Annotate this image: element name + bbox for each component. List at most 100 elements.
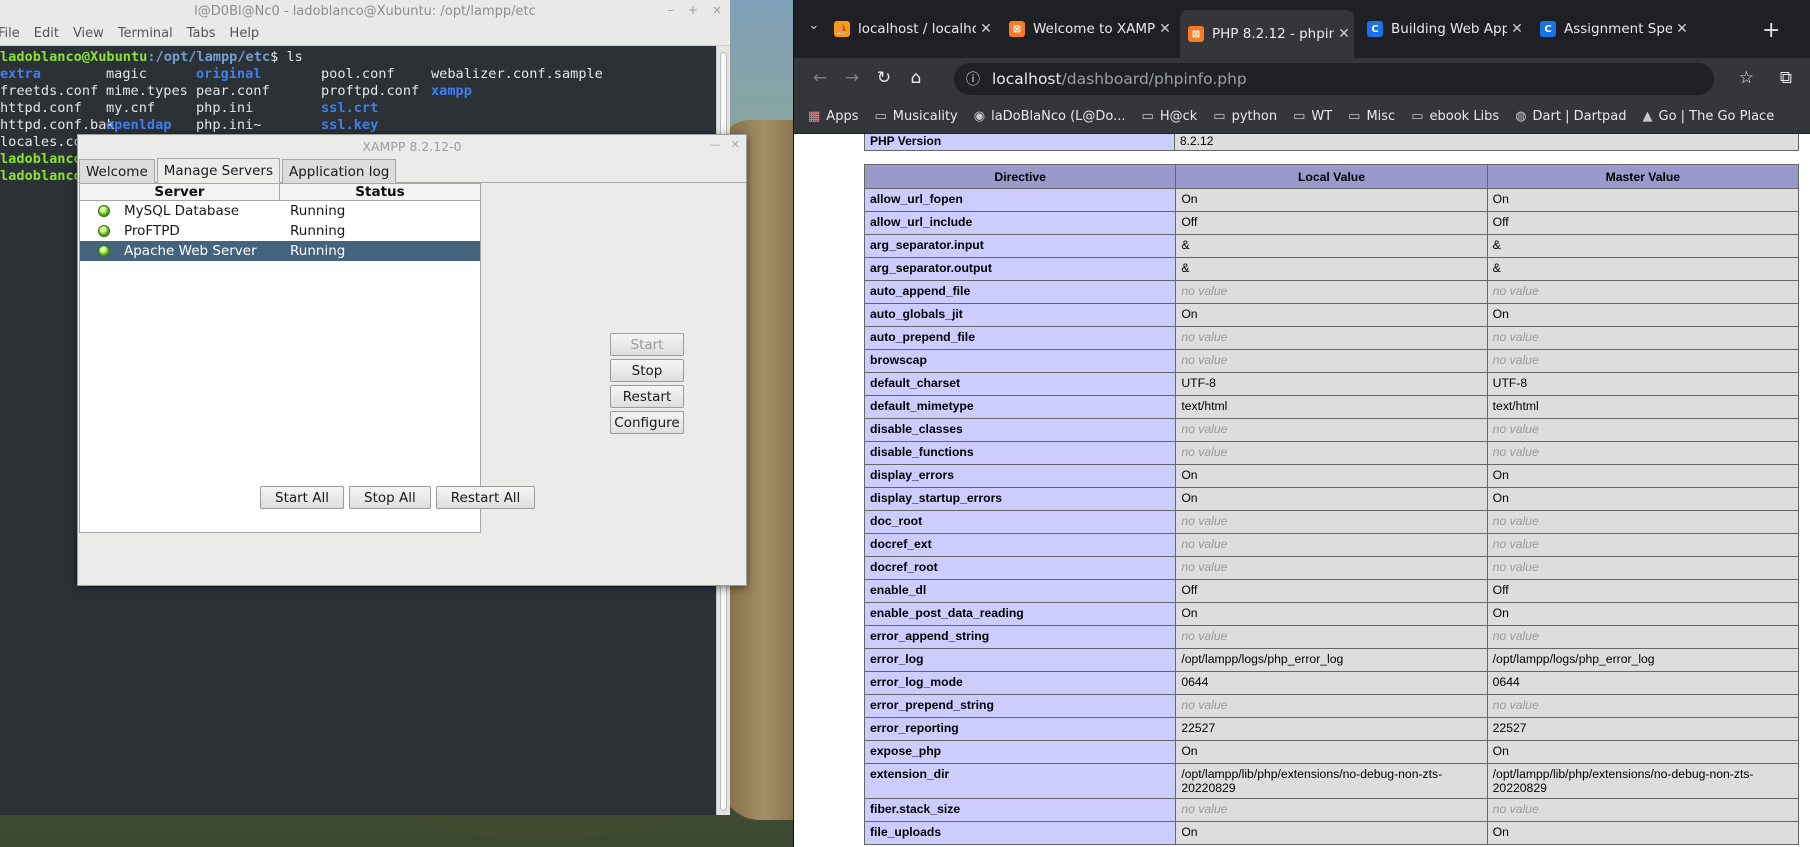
- directive-name: display_startup_errors: [863, 487, 1177, 511]
- start-button[interactable]: Start: [610, 333, 684, 356]
- bookmarks-bar: ▦ Apps ▭ Musicality ◉ laDoBlaNco (L@Do... ▭ H@c…: [794, 100, 1810, 134]
- extensions-icon[interactable]: ⧉: [1780, 68, 1792, 88]
- bookmark-item[interactable]: ▭ Musicality: [874, 109, 957, 124]
- forward-icon[interactable]: →: [840, 68, 864, 88]
- close-tab-icon[interactable]: ✕: [1155, 21, 1175, 37]
- menu-item-view[interactable]: View: [71, 26, 116, 41]
- bookmark-item[interactable]: ▭ H@ck: [1142, 109, 1198, 124]
- bookmark-item[interactable]: ▭ Misc: [1348, 109, 1395, 124]
- directive-row: error_prepend_string no value no value: [863, 694, 1800, 718]
- tab-manage-servers[interactable]: Manage Servers: [156, 158, 280, 183]
- close-icon[interactable]: ✕: [731, 138, 740, 151]
- close-icon[interactable]: ×: [712, 3, 722, 17]
- xampp-title: XAMPP 8.2.12-0: [362, 138, 462, 154]
- local-value: &: [1175, 234, 1488, 258]
- xampp-titlebar[interactable]: XAMPP 8.2.12-0 — ✕: [78, 135, 746, 157]
- close-tab-icon[interactable]: ✕: [1672, 21, 1692, 37]
- browser-tab[interactable]: C Building Web App ✕: [1359, 14, 1527, 44]
- stop-all-button[interactable]: Stop All: [349, 486, 431, 509]
- page-content[interactable]: PHP Version 8.2.12 Directive Local Value…: [794, 134, 1810, 847]
- directive-row: browscap no value no value: [863, 349, 1800, 373]
- browser-tab[interactable]: ⊠ PHP 8.2.12 - phpin ✕: [1180, 10, 1354, 58]
- directive-row: enable_post_data_reading On On: [863, 602, 1800, 626]
- server-name: MySQL Database: [124, 203, 240, 219]
- xampp-window[interactable]: XAMPP 8.2.12-0 — ✕ Welcome Manage Servers…: [77, 134, 747, 586]
- menu-item-tabs[interactable]: Tabs: [185, 26, 228, 41]
- master-value: /opt/lampp/logs/php_error_log: [1486, 648, 1800, 672]
- tab-welcome[interactable]: Welcome: [79, 159, 155, 183]
- ls-entry: webalizer.conf.sample: [431, 66, 603, 82]
- bookmark-label: Musicality: [892, 109, 958, 124]
- directive-row: allow_url_fopen On On: [863, 188, 1800, 212]
- menu-item-file[interactable]: File: [0, 26, 32, 41]
- php-version-row: PHP Version 8.2.12: [864, 134, 1799, 151]
- back-icon[interactable]: ←: [808, 68, 832, 88]
- local-value: &: [1175, 257, 1488, 281]
- server-row[interactable]: ProFTPD Running: [80, 221, 480, 241]
- directive-row: error_reporting 22527 22527: [863, 717, 1800, 741]
- directive-name: error_reporting: [863, 717, 1177, 741]
- bookmark-item[interactable]: ▭ python: [1213, 109, 1277, 124]
- bookmark-item[interactable]: ▭ ebook Libs: [1411, 109, 1499, 124]
- directive-row: enable_dl Off Off: [863, 579, 1800, 603]
- maximize-icon[interactable]: +: [688, 3, 698, 17]
- directive-name: auto_globals_jit: [863, 303, 1177, 327]
- menu-item-edit[interactable]: Edit: [32, 26, 71, 41]
- bookmark-label: laDoBlaNco (L@Do...: [991, 109, 1126, 124]
- server-actions: Start Stop Restart Configure: [610, 333, 684, 437]
- stop-button[interactable]: Stop: [610, 359, 684, 382]
- master-value: no value: [1486, 556, 1800, 580]
- browser-tab[interactable]: ⛵ localhost / localho ✕: [826, 14, 996, 44]
- minimize-icon[interactable]: –: [668, 3, 674, 17]
- bookmark-item[interactable]: ▲ Go | The Go Place: [1643, 109, 1775, 124]
- configure-button[interactable]: Configure: [610, 411, 684, 434]
- server-row[interactable]: Apache Web Server Running: [80, 241, 480, 261]
- minimize-icon[interactable]: —: [710, 138, 721, 151]
- menu-item-terminal[interactable]: Terminal: [116, 26, 185, 41]
- reload-icon[interactable]: ↻: [872, 68, 896, 88]
- browser-tab[interactable]: ⊠ Welcome to XAMPP ✕: [1001, 14, 1175, 44]
- server-list[interactable]: Server Status MySQL Database Running ProFT…: [79, 183, 481, 533]
- close-tab-icon[interactable]: ✕: [976, 21, 996, 37]
- bookmark-label: Misc: [1366, 109, 1396, 124]
- restart-button[interactable]: Restart: [610, 385, 684, 408]
- new-tab-icon[interactable]: +: [1762, 18, 1780, 43]
- master-value: 22527: [1486, 717, 1800, 741]
- master-value: &: [1486, 257, 1800, 281]
- directive-row: disable_classes no value no value: [863, 418, 1800, 442]
- header-directive: Directive: [863, 164, 1177, 189]
- terminal-titlebar[interactable]: l@D0Bl@Nc0 - ladoblanco@Xubuntu: /opt/la…: [0, 0, 730, 22]
- close-tab-icon[interactable]: ✕: [1334, 26, 1354, 42]
- bookmark-item[interactable]: ◍ Dart | Dartpad: [1515, 109, 1626, 124]
- menu-item-help[interactable]: Help: [228, 26, 272, 41]
- tab-application-log[interactable]: Application log: [282, 159, 397, 183]
- directive-row: default_mimetype text/html text/html: [863, 395, 1800, 419]
- tab-title: localhost / localho: [858, 21, 976, 37]
- ls-output-line: freetds.conf mime.types pear.conf proftpd.c…: [0, 83, 716, 100]
- folder-icon: ▭: [1293, 109, 1306, 124]
- column-header-status[interactable]: Status: [280, 184, 480, 200]
- bookmark-star-icon[interactable]: ☆: [1739, 68, 1754, 88]
- xampp-tab-bar: Welcome Manage Servers Application log: [78, 157, 746, 183]
- directive-name: docref_ext: [863, 533, 1177, 557]
- column-header-server[interactable]: Server: [80, 184, 280, 200]
- local-value: /opt/lampp/lib/php/extensions/no-debug-n…: [1175, 763, 1488, 799]
- browser-window[interactable]: ⌄ + ⛵ localhost / localho ✕ ⊠ Welcome to XAM…: [793, 0, 1810, 847]
- start-all-button[interactable]: Start All: [260, 486, 345, 509]
- browser-tab[interactable]: C Assignment Speci✕: [1532, 14, 1692, 44]
- bookmark-item[interactable]: ◉ laDoBlaNco (L@Do...: [974, 109, 1126, 124]
- bookmark-item[interactable]: ▭ WT: [1293, 109, 1332, 124]
- address-bar[interactable]: ⓘ localhost/dashboard/phpinfo.php: [954, 63, 1714, 95]
- local-value: no value: [1175, 418, 1488, 442]
- server-row[interactable]: MySQL Database Running: [80, 201, 480, 221]
- site-info-icon[interactable]: ⓘ: [966, 69, 980, 89]
- master-value: text/html: [1486, 395, 1800, 419]
- close-tab-icon[interactable]: ✕: [1507, 21, 1527, 37]
- directive-row: arg_separator.output & &: [863, 257, 1800, 281]
- home-icon[interactable]: ⌂: [904, 68, 928, 88]
- tab-search-icon[interactable]: ⌄: [804, 18, 824, 38]
- ls-entry: openldap: [106, 117, 172, 133]
- restart-all-button[interactable]: Restart All: [435, 486, 536, 509]
- bookmark-label: Apps: [826, 109, 859, 124]
- bookmark-item[interactable]: ▦ Apps: [808, 109, 858, 124]
